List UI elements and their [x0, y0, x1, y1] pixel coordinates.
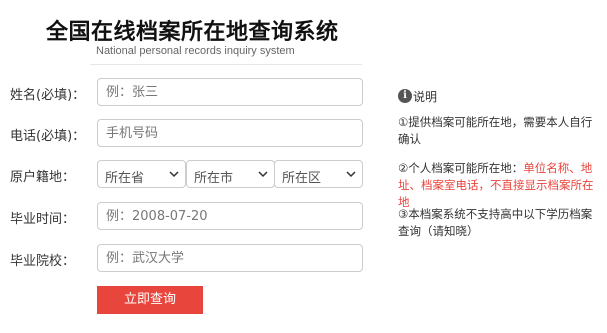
name-input[interactable]	[97, 78, 363, 106]
info-note-1: ①提供档案可能所在地，需要本人自行确认	[398, 115, 593, 146]
province-select-value: 所在省	[105, 171, 145, 186]
school-row: 毕业院校：	[0, 244, 370, 272]
info-note-3: ③本档案系统不支持高中以下学历档案查询（请知晓）	[398, 207, 593, 238]
school-input[interactable]	[97, 244, 363, 272]
phone-input[interactable]	[97, 119, 363, 147]
graduation-time-row: 毕业时间：	[0, 202, 370, 230]
chevron-down-icon	[169, 171, 179, 178]
city-select-value: 所在市	[194, 171, 234, 186]
chevron-down-icon	[258, 171, 268, 178]
info-note-2: ②个人档案可能所在地：单位名称、地址、档案室电话，不直接显示档案所在地	[398, 160, 598, 211]
submit-query-button[interactable]: 立即查询	[97, 286, 203, 314]
info-note-2-prefix: ②个人档案可能所在地：	[398, 161, 524, 175]
phone-label: 电话(必填)：	[10, 129, 86, 144]
graduation-time-input[interactable]	[97, 202, 363, 230]
graduation-time-label: 毕业时间：	[10, 212, 76, 227]
info-icon: i	[398, 89, 412, 103]
district-select[interactable]: 所在区	[274, 160, 363, 188]
page-subtitle: National personal records inquiry system	[96, 45, 295, 57]
phone-row: 电话(必填)：	[0, 119, 370, 147]
city-select[interactable]: 所在市	[186, 160, 275, 188]
name-label: 姓名(必填)：	[10, 88, 86, 103]
origin-row: 原户籍地： 所在省 所在市 所在区	[0, 160, 370, 188]
header-divider	[90, 64, 362, 65]
origin-label: 原户籍地：	[10, 170, 76, 185]
school-label: 毕业院校：	[10, 254, 76, 269]
chevron-down-icon	[346, 171, 356, 178]
info-heading-text: 说明	[413, 90, 438, 104]
province-select[interactable]: 所在省	[97, 160, 186, 188]
district-select-value: 所在区	[282, 171, 322, 186]
name-row: 姓名(必填)：	[0, 78, 370, 106]
page-title: 全国在线档案所在地查询系统	[46, 20, 339, 45]
header: 全国在线档案所在地查询系统 National personal records …	[0, 0, 370, 70]
